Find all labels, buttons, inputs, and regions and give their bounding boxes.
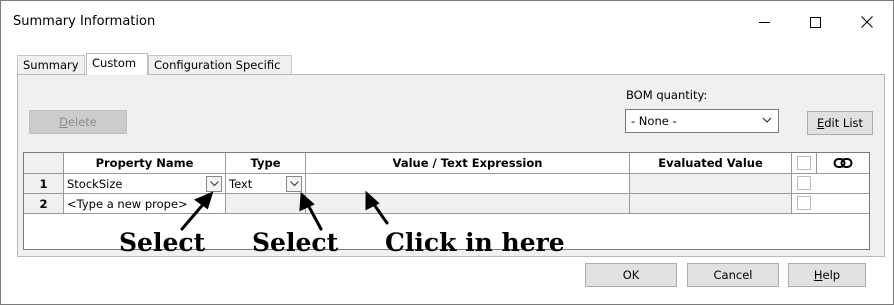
bom-quantity-select[interactable]: - None -: [625, 109, 779, 133]
tab-configuration-specific[interactable]: Configuration Specific: [148, 55, 292, 74]
property-name-cell[interactable]: StockSize: [64, 174, 226, 194]
column-header-property-name[interactable]: Property Name: [64, 153, 226, 174]
tab-summary[interactable]: Summary: [17, 55, 85, 74]
minimize-icon: [758, 21, 770, 23]
chevron-down-icon: [209, 181, 219, 187]
help-label-rest: elp: [822, 268, 841, 282]
minimize-button[interactable]: [741, 1, 787, 43]
maximize-icon: [809, 16, 821, 28]
annotation-click-in-here: Click in here: [385, 228, 565, 257]
help-mnemonic: H: [813, 268, 823, 282]
row-checkbox[interactable]: [797, 196, 811, 210]
column-header-evaluated[interactable]: Evaluated Value: [630, 153, 792, 174]
help-button[interactable]: Help: [788, 263, 866, 287]
type-cell: [226, 194, 306, 214]
bom-quantity-value: - None -: [631, 114, 677, 128]
delete-button[interactable]: Delete: [29, 110, 127, 134]
close-icon: [861, 16, 873, 28]
property-name-dropdown[interactable]: [206, 176, 222, 192]
row-number: 2: [24, 194, 64, 214]
summary-information-dialog: Summary Information Summary Custom Confi…: [0, 0, 894, 305]
evaluated-value-cell: [630, 194, 792, 214]
property-name-value: StockSize: [67, 176, 123, 191]
type-cell[interactable]: Text: [226, 174, 306, 194]
column-header-link[interactable]: [817, 153, 869, 174]
annotation-select-type: Select: [252, 228, 339, 257]
delete-label-rest: elete: [67, 115, 97, 129]
column-header-checkbox[interactable]: [792, 153, 817, 174]
title-bar: Summary Information: [1, 1, 893, 43]
value-cell[interactable]: [306, 174, 630, 194]
row-checkbox[interactable]: [797, 176, 811, 190]
checkbox-cell[interactable]: [792, 194, 869, 214]
window-title: Summary Information: [13, 14, 156, 29]
maximize-button[interactable]: [792, 1, 838, 43]
ok-button[interactable]: OK: [585, 263, 677, 287]
edit-list-mnemonic: E: [816, 116, 825, 130]
header-checkbox[interactable]: [797, 156, 811, 170]
type-value: Text: [229, 176, 253, 191]
chevron-down-icon: [289, 181, 299, 187]
cancel-button[interactable]: Cancel: [687, 263, 779, 287]
edit-list-label-rest: dit List: [824, 116, 864, 130]
tab-custom[interactable]: Custom: [86, 53, 148, 75]
checkbox-cell[interactable]: [792, 174, 869, 194]
edit-list-button[interactable]: Edit List: [807, 111, 873, 135]
chevron-down-icon: [762, 117, 772, 123]
link-icon: [833, 158, 853, 168]
delete-mnemonic: D: [59, 115, 68, 129]
column-header-value[interactable]: Value / Text Expression: [306, 153, 630, 174]
column-header-type[interactable]: Type: [226, 153, 306, 174]
row-number: 1: [24, 174, 64, 194]
row-header-corner: [24, 153, 64, 174]
type-dropdown[interactable]: [286, 176, 302, 192]
new-property-name-cell[interactable]: <Type a new prope>: [64, 194, 226, 214]
bom-quantity-label: BOM quantity:: [626, 88, 708, 102]
value-cell: [306, 194, 630, 214]
annotation-select-property: Select: [119, 228, 206, 257]
evaluated-value-cell: [630, 174, 792, 194]
close-button[interactable]: [844, 1, 890, 43]
